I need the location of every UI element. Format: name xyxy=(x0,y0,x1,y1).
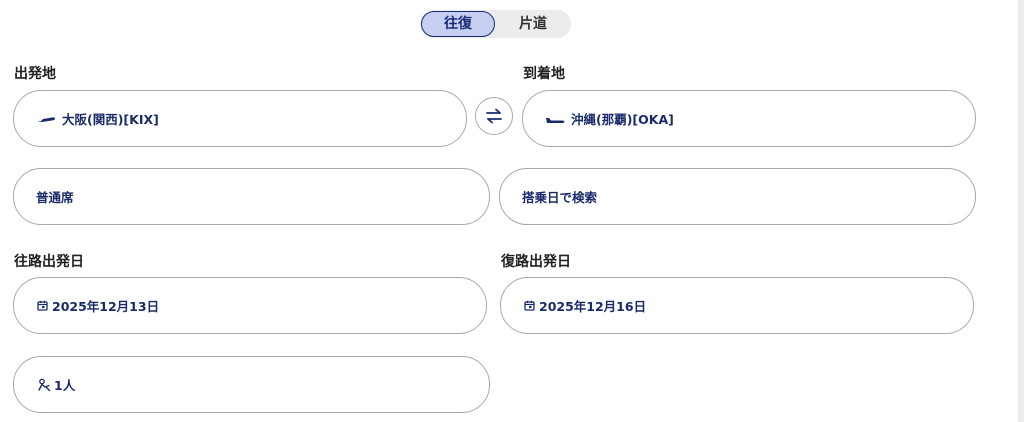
round-trip-option[interactable]: 往復 xyxy=(421,11,495,37)
return-date-value: 2025年12月16日 xyxy=(539,299,647,314)
outbound-date-value: 2025年12月13日 xyxy=(52,299,160,314)
departure-field[interactable]: 大阪(関西)[KIX] xyxy=(13,90,467,147)
swap-button[interactable] xyxy=(475,97,513,135)
passenger-count-field[interactable]: 1人 xyxy=(13,356,490,413)
outbound-date-label: 往路出発日 xyxy=(14,254,84,270)
outbound-date-field[interactable]: 2025年12月13日 xyxy=(13,277,487,334)
plane-landing-icon xyxy=(545,113,565,125)
search-mode-field[interactable]: 搭乗日で検索 xyxy=(499,168,976,225)
cabin-class-value: 普通席 xyxy=(36,190,74,205)
calendar-icon xyxy=(37,300,48,311)
passenger-icon xyxy=(37,378,51,392)
one-way-option[interactable]: 片道 xyxy=(498,10,568,38)
calendar-icon xyxy=(524,300,535,311)
scrollbar[interactable] xyxy=(1018,0,1024,422)
arrival-label: 到着地 xyxy=(523,66,565,82)
swap-arrows-icon xyxy=(485,108,503,124)
cabin-class-field[interactable]: 普通席 xyxy=(13,168,490,225)
departure-label: 出発地 xyxy=(14,66,56,82)
trip-type-toggle: 往復 片道 xyxy=(420,10,571,38)
search-mode-value: 搭乗日で検索 xyxy=(522,190,598,205)
plane-takeoff-icon xyxy=(36,113,56,125)
arrival-value: 沖縄(那覇)[OKA] xyxy=(571,112,674,127)
passenger-count-value: 1人 xyxy=(54,378,76,393)
departure-value: 大阪(関西)[KIX] xyxy=(62,112,159,127)
return-date-label: 復路出発日 xyxy=(501,254,571,270)
arrival-field[interactable]: 沖縄(那覇)[OKA] xyxy=(522,90,976,147)
return-date-field[interactable]: 2025年12月16日 xyxy=(500,277,974,334)
